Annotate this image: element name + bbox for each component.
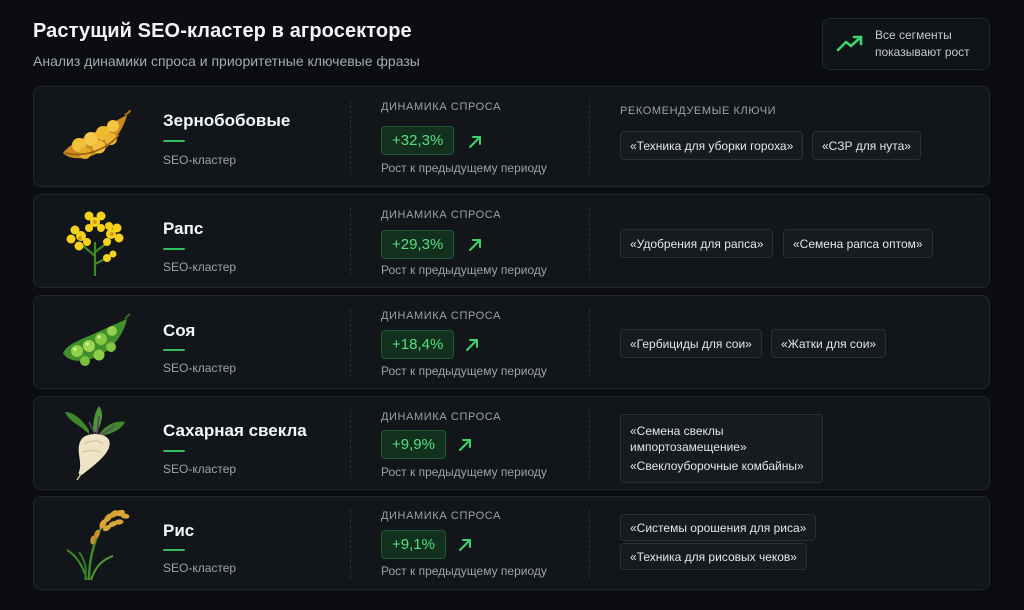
keyword-chip[interactable]: «Семена рапса оптом»: [783, 229, 933, 258]
keyword-chip[interactable]: «Семена свеклы импортозамещение»: [630, 423, 813, 455]
cluster-name: Сахарная свекла: [163, 421, 307, 440]
cluster-caption: SEO-кластер: [163, 561, 237, 575]
cluster-name: Зернобобовые: [163, 111, 291, 130]
keyword-chip[interactable]: «Техника для уборки гороха»: [620, 131, 804, 160]
arrow-up-right-icon: [459, 439, 471, 451]
column-divider: [350, 410, 351, 478]
demand-change-pill: +9,9%: [381, 430, 446, 459]
column-divider: [589, 410, 590, 478]
column-divider: [589, 100, 590, 174]
keyword-chip[interactable]: «Техника для рисовых чеков»: [620, 543, 807, 570]
accent-dash: [163, 450, 185, 452]
column-divider: [589, 309, 590, 377]
demand-change-pill: +9,1%: [381, 530, 446, 559]
dynamics-label: ДИНАМИКА СПРОСА: [381, 310, 502, 322]
trend-up-icon: [836, 35, 863, 52]
column-divider: [589, 510, 590, 578]
dynamics-label: ДИНАМИКА СПРОСА: [381, 209, 502, 221]
keyword-chip[interactable]: «Гербициды для сои»: [620, 329, 762, 358]
growth-caption: Рост к предыдущему периоду: [381, 161, 547, 175]
accent-dash: [163, 248, 185, 250]
keyword-chip[interactable]: «Свеклоуборочные комбайны»: [630, 458, 813, 474]
cluster-card-rice: Рис SEO-кластер ДИНАМИКА СПРОСА +9,1% Ро…: [33, 496, 990, 590]
keyword-chip[interactable]: «Жатки для сои»: [771, 329, 887, 358]
growth-caption: Рост к предыдущему периоду: [381, 564, 547, 578]
rapeseed-flower-icon: [56, 203, 134, 281]
soybean-pod-icon: [56, 304, 134, 382]
cluster-caption: SEO-кластер: [163, 462, 237, 476]
sugar-beet-icon: [56, 403, 134, 481]
cluster-card-rapeseed: Рапс SEO-кластер ДИНАМИКА СПРОСА +29,3% …: [33, 194, 990, 288]
demand-change-pill: +29,3%: [381, 230, 455, 259]
growth-caption: Рост к предыдущему периоду: [381, 465, 547, 479]
dynamics-label: ДИНАМИКА СПРОСА: [381, 411, 502, 423]
cluster-card-legumes: Зернобобовые SEO-кластер ДИНАМИКА СПРОСА…: [33, 86, 990, 187]
dynamics-label: ДИНАМИКА СПРОСА: [381, 101, 502, 113]
keyword-chip[interactable]: «СЗР для нута»: [812, 131, 921, 160]
page-subtitle: Анализ динамики спроса и приоритетные кл…: [33, 53, 420, 69]
column-divider: [350, 510, 351, 578]
rice-stalk-icon: [56, 503, 134, 581]
growth-caption: Рост к предыдущему периоду: [381, 263, 547, 277]
cluster-caption: SEO-кластер: [163, 153, 237, 167]
arrow-up-right-icon: [469, 239, 481, 251]
cluster-card-soy: Соя SEO-кластер ДИНАМИКА СПРОСА +18,4% Р…: [33, 295, 990, 389]
arrow-up-right-icon: [459, 539, 471, 551]
badge-text: Все сегменты показывают рост: [875, 28, 970, 59]
page-header: Растущий SEO-кластер в агросекторе Анали…: [33, 20, 420, 69]
keywords-label: РЕКОМЕНДУЕМЫЕ КЛЮЧИ: [620, 105, 777, 117]
peas-pod-icon: [56, 98, 134, 176]
accent-dash: [163, 349, 185, 351]
cluster-card-sugar-beet: Сахарная свекла SEO-кластер ДИНАМИКА СПР…: [33, 396, 990, 490]
accent-dash: [163, 140, 185, 142]
arrow-up-right-icon: [469, 136, 481, 148]
cluster-caption: SEO-кластер: [163, 260, 237, 274]
growth-status-badge: Все сегменты показывают рост: [822, 18, 990, 70]
cluster-name: Рис: [163, 521, 195, 540]
cluster-name: Рапс: [163, 219, 204, 238]
column-divider: [350, 309, 351, 377]
page-title: Растущий SEO-кластер в агросекторе: [33, 20, 412, 42]
dynamics-label: ДИНАМИКА СПРОСА: [381, 510, 502, 522]
keyword-chip[interactable]: «Удобрения для рапса»: [620, 229, 774, 258]
cluster-caption: SEO-кластер: [163, 361, 237, 375]
keyword-chip-group: «Семена свеклы импортозамещение» «Свекло…: [620, 414, 823, 483]
demand-change-pill: +18,4%: [381, 330, 455, 359]
accent-dash: [163, 549, 185, 551]
keyword-chip[interactable]: «Системы орошения для риса»: [620, 514, 817, 541]
demand-change-pill: +32,3%: [381, 126, 455, 155]
cluster-name: Соя: [163, 321, 196, 340]
column-divider: [350, 208, 351, 276]
column-divider: [350, 100, 351, 174]
arrow-up-right-icon: [466, 339, 478, 351]
column-divider: [589, 208, 590, 276]
growth-caption: Рост к предыдущему периоду: [381, 364, 547, 378]
